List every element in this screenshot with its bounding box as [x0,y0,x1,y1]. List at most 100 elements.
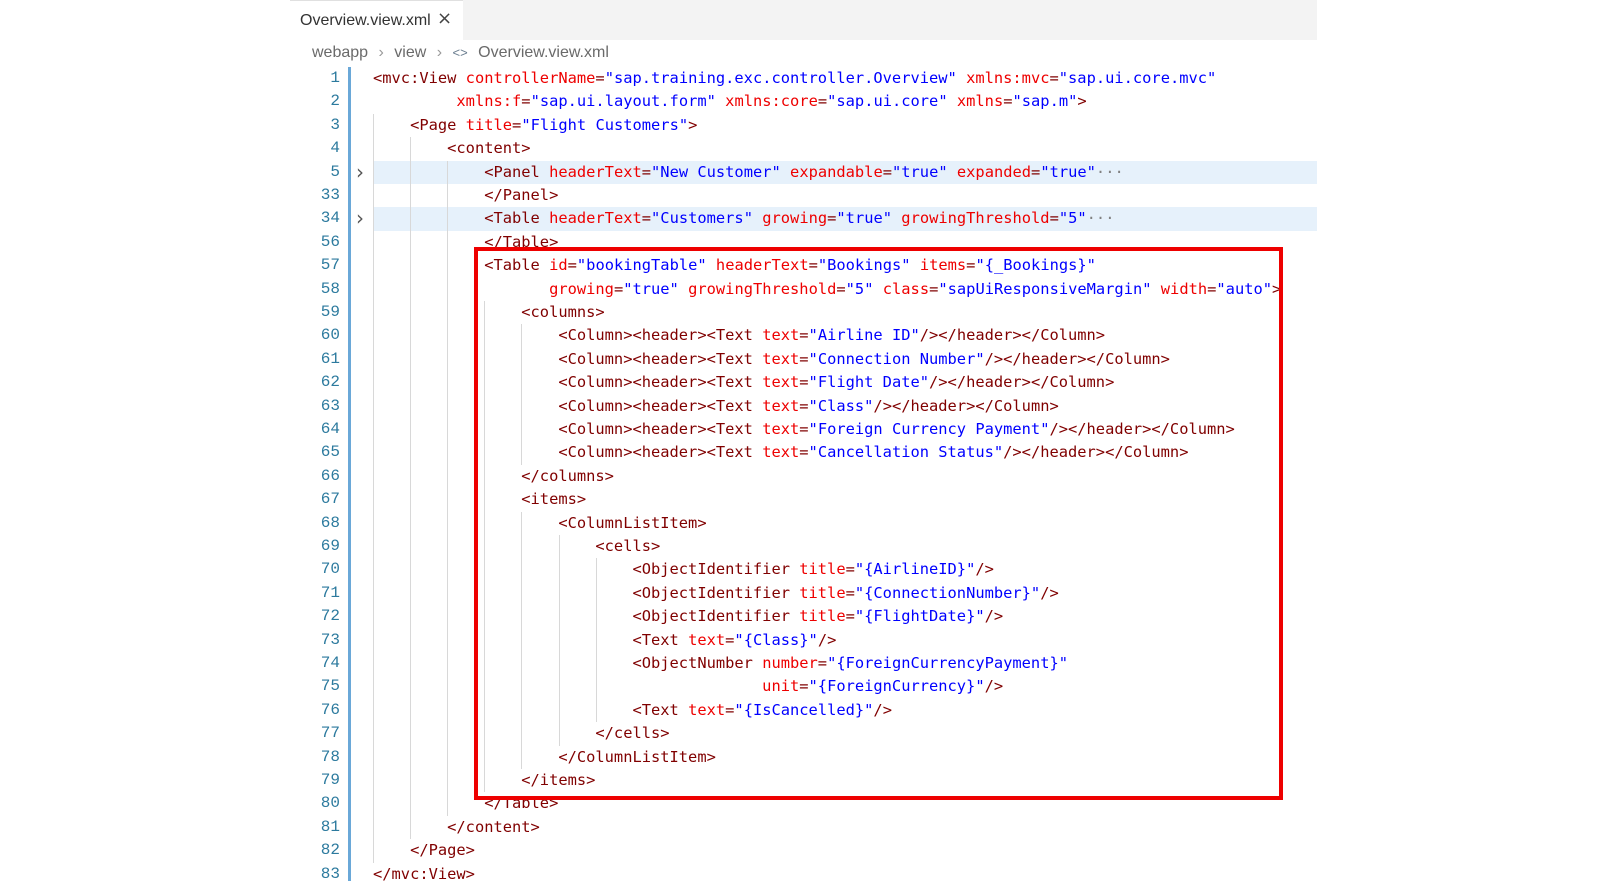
xml-tag: /> [817,630,837,649]
line-number: 75 [320,677,340,696]
xml-value: "sap.ui.layout.form" [530,92,716,111]
code-line[interactable]: 3 <Page title="Flight Customers"> [290,113,1317,138]
chevron-right-icon[interactable]: › [356,160,364,184]
code-text: xmlns:f="sap.ui.layout.form" xmlns:core=… [373,90,1086,113]
code-text: </content> [373,816,540,839]
xml-value: "{ForeignCurrency}" [808,677,985,696]
xml-value: "true" [836,209,893,228]
code-text: </cells> [373,722,669,745]
xml-tag: <ColumnListItem> [558,513,707,532]
xml-attribute: title [465,115,513,134]
breadcrumb-item-webapp[interactable]: webapp [312,44,368,61]
xml-tag: = [836,279,846,298]
code-line[interactable]: 75 unit="{ForeignCurrency}"/> [290,675,1317,699]
xml-attribute: growingThreshold [688,279,837,298]
line-number: 72 [320,607,340,626]
xml-tag: = [882,162,892,181]
xml-tag: = [929,279,939,298]
xml-tag: <Text [632,630,689,649]
code-line[interactable]: 68 <ColumnListItem> [290,511,1317,535]
chevron-right-icon[interactable]: › [356,206,364,230]
code-line[interactable]: 60 <Column><header><Text text="Airline I… [290,324,1317,348]
code-text: <cells> [373,535,660,558]
xml-value: "Customers" [651,209,753,228]
code-line[interactable]: 58 growing="true" growingThreshold="5" c… [290,277,1317,301]
xml-tag: > [1272,279,1282,298]
xml-tag: = [817,654,828,672]
folded-ellipsis[interactable]: ··· [1096,163,1124,181]
code-line[interactable]: 69 <cells> [290,535,1317,559]
code-line[interactable]: 5 › <Panel headerText="New Customer" expa… [290,160,1317,184]
code-line[interactable]: 57 <Table id="bookingTable" headerText="… [290,254,1317,278]
code-line[interactable]: 83 </mvc:View> [290,863,1317,886]
code-line[interactable]: 76 <Text text="{IsCancelled}"/> [290,698,1317,723]
line-number: 80 [320,794,340,813]
code-line[interactable]: 82 </Page> [290,839,1317,863]
code-line[interactable]: 81 </content> [290,815,1317,840]
code-text: </Page> [373,839,475,862]
xml-tag: = [521,92,531,111]
line-number: 34 [320,209,340,228]
code-line[interactable]: 63 <Column><header><Text text="Class"/><… [290,394,1317,418]
xml-tag: </mvc:View> [373,864,475,883]
xml-value: "{ForeignCurrencyPayment}" [827,654,1068,672]
code-text: <Column><header><Text text="Flight Date"… [373,371,1114,394]
close-icon[interactable]: × [437,8,452,29]
tab-overview-view-xml[interactable]: Overview.view.xml × [290,0,463,40]
code-line[interactable]: 59 <columns> [290,301,1317,325]
code-line[interactable]: 74 <ObjectNumber number="{ForeignCurrenc… [290,652,1317,676]
xml-value: "sap.ui.core.mvc" [1058,69,1217,87]
folded-ellipsis[interactable]: ··· [1087,209,1115,227]
code-line[interactable]: 4 <content> [290,137,1317,161]
line-number: 65 [320,443,340,462]
code-line[interactable]: 67 <items> [290,488,1317,512]
xml-tag: /></header></Column> [984,349,1170,368]
xml-value: "{ConnectionNumber}" [854,583,1041,602]
xml-tag [892,209,901,227]
code-line[interactable]: 64 <Column><header><Text text="Foreign C… [290,418,1317,442]
code-line[interactable]: 2 xmlns:f="sap.ui.layout.form" xmlns:cor… [290,90,1317,113]
code-text: <Table id="bookingTable" headerText="Boo… [373,254,1096,277]
code-text: <ObjectIdentifier title="{FlightDate}"/> [373,605,1003,628]
xml-value: "true" [623,279,679,298]
xml-tag [679,280,688,298]
xml-value: "bookingTable" [576,256,707,275]
xml-attribute: headerText [715,256,809,275]
code-line[interactable]: 61 <Column><header><Text text="Connectio… [290,347,1317,372]
code-line[interactable]: 70 <ObjectIdentifier title="{AirlineID}"… [290,558,1317,582]
xml-tag: <Column><header><Text [558,373,763,392]
code-line[interactable]: 72 <ObjectIdentifier title="{FlightDate}… [290,605,1317,629]
xml-value: "sap.training.exc.controller.Overview" [604,69,957,87]
xml-tag: = [799,396,809,415]
code-line[interactable]: 73 <Text text="{Class}"/> [290,628,1317,652]
code-line[interactable]: 77 </cells> [290,722,1317,746]
code-line[interactable]: 66 </columns> [290,464,1317,489]
xml-value: "auto" [1216,279,1273,298]
xml-attribute: growing [762,209,828,228]
xml-attribute: xmlns:core [725,92,818,111]
code-text: <Page title="Flight Customers"> [373,114,697,137]
code-line[interactable]: 56 </Table> [290,230,1317,255]
xml-value: "sap.m" [1012,92,1078,111]
chevron-right-icon: › [378,44,384,61]
code-line[interactable]: 34 › <Table headerText="Customers" growin… [290,206,1317,231]
code-line[interactable]: 71 <ObjectIdentifier title="{ConnectionN… [290,581,1317,606]
code-line[interactable]: 78 </ColumnListItem> [290,745,1317,769]
line-number: 2 [330,92,340,111]
code-line[interactable]: 79 </items> [290,769,1317,793]
breadcrumb-item-file[interactable]: Overview.view.xml [478,44,609,61]
breadcrumb-item-view[interactable]: view [394,44,426,61]
code-text: <Column><header><Text text="Cancellation… [373,441,1188,464]
line-number: 71 [320,583,340,602]
code-editor[interactable]: Overview.view.xml × webapp › view › <> O… [290,0,1317,883]
code-line[interactable]: 62 <Column><header><Text text="Flight Da… [290,371,1317,395]
line-number: 79 [320,771,340,789]
code-line[interactable]: 65 <Column><header><Text text="Cancellat… [290,441,1317,465]
code-line[interactable]: 1 <mvc:View controllerName="sap.training.… [290,67,1317,90]
xml-tag: <Column><header><Text [558,349,763,368]
line-number: 77 [320,724,340,743]
code-line[interactable]: 33 </Panel> [290,184,1317,208]
xml-value: "{IsCancelled}" [734,700,874,719]
xml-tag: /></header></Column> [929,373,1115,392]
code-line[interactable]: 80 </Table> [290,792,1317,816]
